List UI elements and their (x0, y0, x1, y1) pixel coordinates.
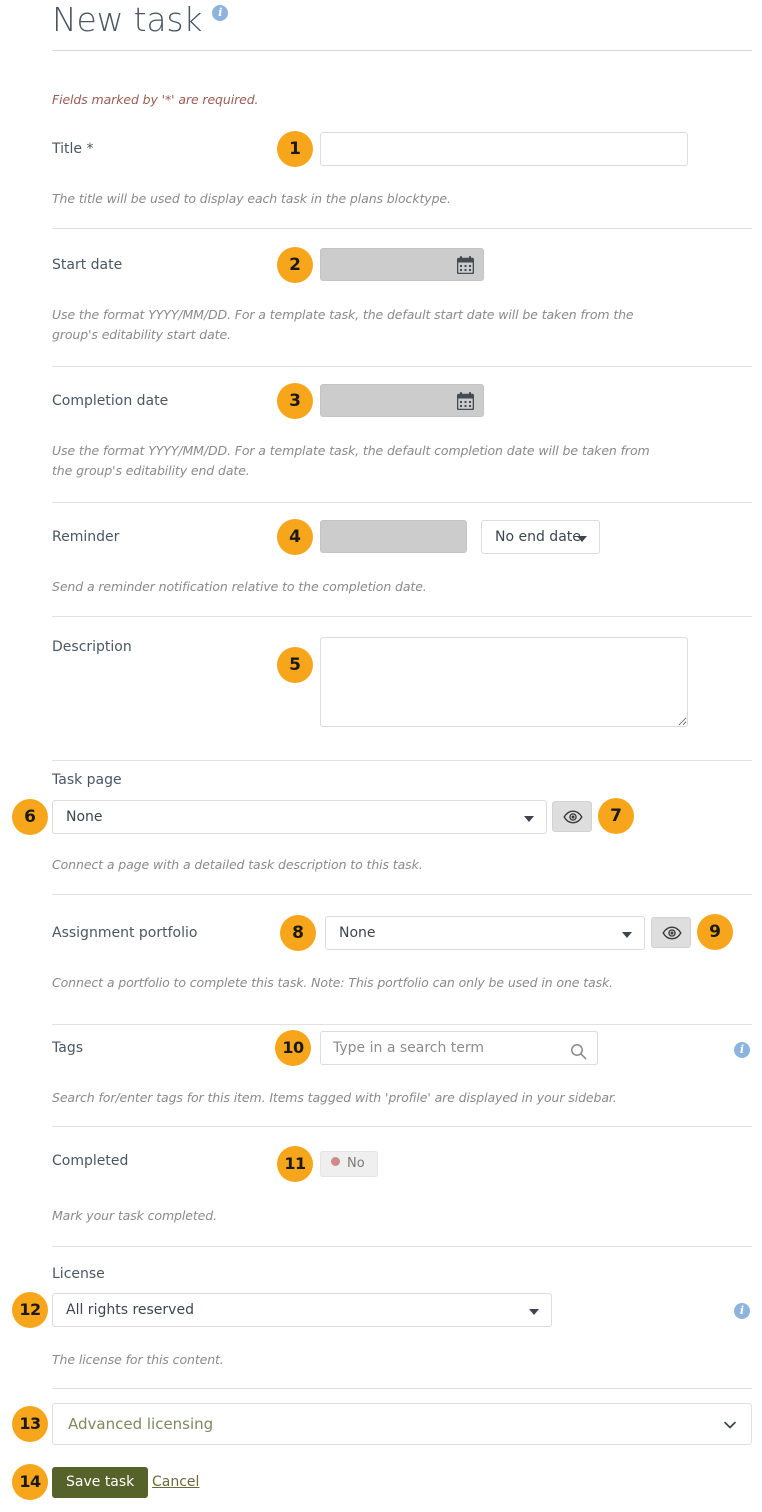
eye-icon (662, 925, 682, 941)
tags-placeholder: Type in a search term (333, 1040, 484, 1056)
tags-help: Search for/enter tags for this item. Ite… (52, 1088, 732, 1108)
new-task-form-page: New task i Fields marked by '*' are requi… (0, 0, 762, 1512)
license-label: License (52, 1266, 105, 1282)
callout-2: 2 (277, 247, 313, 283)
divider-assignment-portfolio (52, 1024, 752, 1025)
advanced-licensing-accordion[interactable]: Advanced licensing (52, 1403, 752, 1445)
cancel-link[interactable]: Cancel (152, 1474, 199, 1490)
required-fields-note: Fields marked by '*' are required. (52, 92, 258, 107)
start-date-input[interactable] (320, 248, 484, 281)
assignment-portfolio-label: Assignment portfolio (52, 925, 197, 941)
completion-date-input[interactable] (320, 384, 484, 417)
start-date-help: Use the format YYYY/MM/DD. For a templat… (52, 305, 652, 345)
divider-completion-date (52, 502, 752, 503)
callout-7: 7 (598, 798, 634, 834)
description-label: Description (52, 639, 132, 655)
callout-10: 10 (275, 1030, 311, 1066)
callout-8: 8 (280, 915, 316, 951)
completed-toggle-value: No (347, 1156, 365, 1171)
start-date-label: Start date (52, 257, 122, 273)
chevron-down-icon (622, 932, 632, 938)
save-task-button[interactable]: Save task (52, 1467, 148, 1498)
chevron-down-icon (524, 816, 534, 822)
divider-task-page (52, 894, 752, 895)
completed-toggle[interactable]: No (320, 1151, 378, 1177)
callout-1: 1 (277, 131, 313, 167)
page-title: New task (52, 0, 202, 40)
advanced-licensing-label: Advanced licensing (68, 1415, 213, 1433)
reminder-label: Reminder (52, 529, 119, 545)
divider-title (52, 228, 752, 229)
assignment-portfolio-value: None (339, 925, 376, 941)
callout-3: 3 (277, 383, 313, 419)
completion-date-label: Completion date (52, 393, 168, 409)
assignment-portfolio-preview-button[interactable] (651, 917, 691, 948)
divider-tags (52, 1126, 752, 1127)
status-dot-icon (331, 1157, 340, 1166)
divider-reminder (52, 616, 752, 617)
license-help: The license for this content. (52, 1350, 672, 1370)
divider-completed (52, 1246, 752, 1247)
tags-info-icon[interactable]: i (734, 1042, 750, 1058)
tags-label: Tags (52, 1040, 83, 1056)
reminder-unit-value: No end date (495, 529, 581, 545)
page-header: New task i (52, 0, 752, 40)
info-icon[interactable]: i (212, 5, 228, 21)
task-page-label: Task page (52, 772, 122, 788)
completed-help: Mark your task completed. (52, 1206, 672, 1226)
title-input[interactable] (320, 132, 688, 166)
callout-14: 14 (12, 1464, 48, 1500)
calendar-icon[interactable] (457, 256, 474, 274)
task-page-select[interactable]: None (52, 800, 547, 834)
reminder-unit-select[interactable]: No end date (481, 520, 600, 554)
divider-start-date (52, 366, 752, 367)
callout-5: 5 (277, 647, 313, 683)
chevron-down-icon (577, 536, 587, 542)
task-page-help: Connect a page with a detailed task desc… (52, 855, 672, 875)
calendar-icon[interactable] (457, 392, 474, 410)
task-page-preview-button[interactable] (552, 801, 592, 832)
eye-icon (563, 809, 583, 825)
callout-9: 9 (697, 914, 733, 950)
divider-description (52, 760, 752, 761)
title-help: The title will be used to display each t… (52, 189, 712, 209)
callout-12: 12 (12, 1292, 48, 1328)
search-icon[interactable] (570, 1040, 587, 1057)
callout-13: 13 (12, 1406, 48, 1442)
completion-date-help: Use the format YYYY/MM/DD. For a templat… (52, 441, 672, 481)
assignment-portfolio-help: Connect a portfolio to complete this tas… (52, 973, 732, 993)
tags-search-input[interactable]: Type in a search term (320, 1031, 598, 1065)
assignment-portfolio-select[interactable]: None (325, 916, 645, 950)
chevron-down-icon (529, 1309, 539, 1315)
title-label: Title * (52, 141, 93, 157)
chevron-down-icon (723, 1417, 737, 1431)
license-select[interactable]: All rights reserved (52, 1293, 552, 1327)
description-textarea[interactable] (320, 637, 688, 727)
callout-11: 11 (277, 1146, 313, 1182)
reminder-help: Send a reminder notification relative to… (52, 577, 672, 597)
license-info-icon[interactable]: i (734, 1303, 750, 1319)
license-value: All rights reserved (66, 1302, 194, 1318)
completed-label: Completed (52, 1153, 128, 1169)
divider-license (52, 1388, 752, 1389)
task-page-value: None (66, 809, 103, 825)
callout-4: 4 (277, 519, 313, 555)
header-divider (52, 50, 752, 51)
reminder-amount-input[interactable] (320, 520, 467, 553)
callout-6: 6 (12, 799, 48, 835)
